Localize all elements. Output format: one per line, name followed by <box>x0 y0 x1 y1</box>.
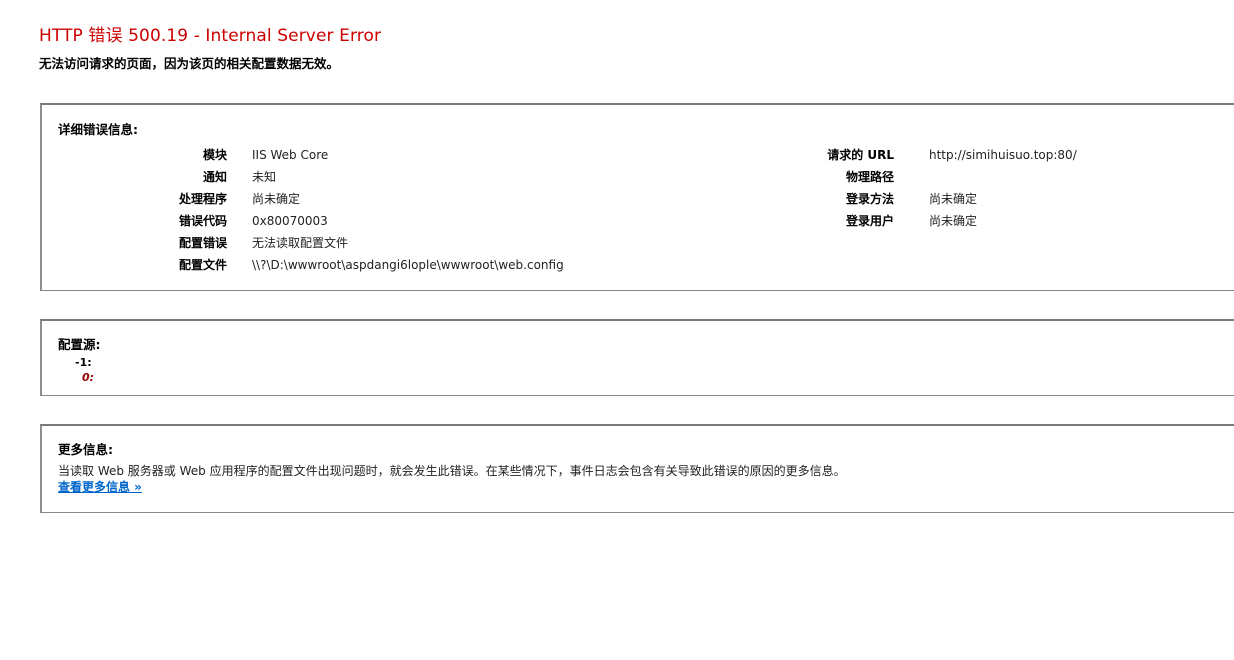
source-line-number: -1: <box>75 356 92 369</box>
more-info-link[interactable]: 查看更多信息 » <box>58 478 142 495</box>
config-file-value: \\?\D:\wwwroot\aspdangi6lople\wwwroot\we… <box>252 258 564 272</box>
notification-value: 未知 <box>252 170 277 184</box>
detail-panel: 详细错误信息: 模块 IIS Web Core 请求的 URL http://s… <box>40 103 1234 291</box>
config-error-label: 配置错误 <box>178 236 227 250</box>
notification-label: 通知 <box>202 170 227 184</box>
source-line-zero: 0: <box>82 371 95 384</box>
config-file-label: 配置文件 <box>178 258 227 272</box>
request-url-label: 请求的 URL <box>827 148 894 162</box>
error-code-label: 错误代码 <box>178 214 227 228</box>
request-url-value: http://simihuisuo.top:80/ <box>929 148 1077 162</box>
error-page: HTTP 错误 500.19 - Internal Server Error 无… <box>0 0 1234 660</box>
logon-user-value: 尚未确定 <box>929 214 978 228</box>
error-code-value: 0x80070003 <box>252 214 328 228</box>
detail-heading: 详细错误信息: <box>58 122 138 137</box>
config-source-panel: 配置源: -1: 0: <box>40 319 1234 396</box>
more-info-panel: 更多信息: 当读取 Web 服务器或 Web 应用程序的配置文件出现问题时，就会… <box>40 424 1234 513</box>
handler-value: 尚未确定 <box>252 192 301 206</box>
physical-path-label: 物理路径 <box>845 170 894 184</box>
more-info-text: 当读取 Web 服务器或 Web 应用程序的配置文件出现问题时，就会发生此错误。… <box>58 464 846 478</box>
logon-method-value: 尚未确定 <box>929 192 978 206</box>
page-title: HTTP 错误 500.19 - Internal Server Error <box>39 26 382 46</box>
logon-user-label: 登录用户 <box>845 214 894 228</box>
module-label: 模块 <box>202 148 227 162</box>
more-info-heading: 更多信息: <box>58 442 113 457</box>
module-value: IIS Web Core <box>252 148 329 162</box>
page-subtitle: 无法访问请求的页面，因为该页的相关配置数据无效。 <box>39 56 340 71</box>
config-source-heading: 配置源: <box>58 337 101 352</box>
handler-label: 处理程序 <box>178 192 227 206</box>
logon-method-label: 登录方法 <box>845 192 894 206</box>
config-error-value: 无法读取配置文件 <box>252 236 349 250</box>
